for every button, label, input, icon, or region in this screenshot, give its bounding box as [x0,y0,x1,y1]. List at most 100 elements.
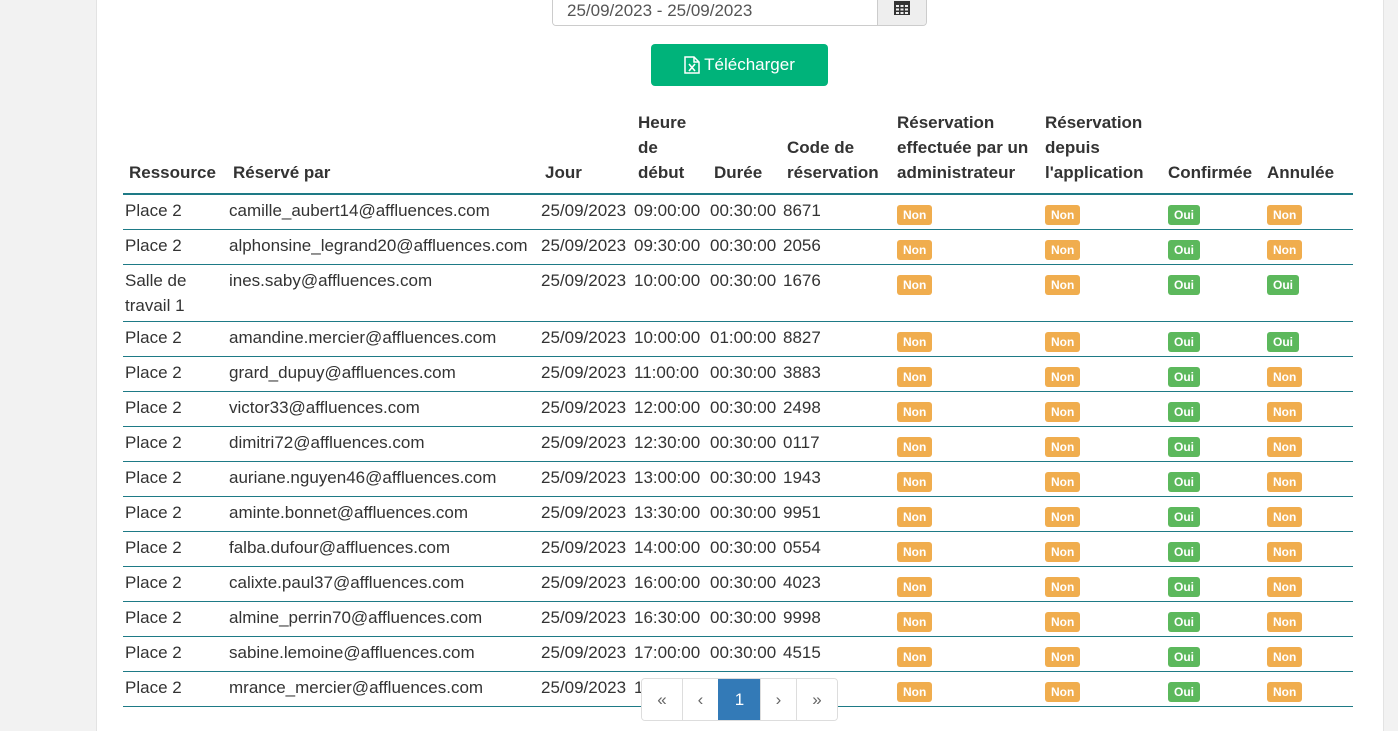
date-range-input[interactable] [553,0,877,25]
header-confirmed[interactable]: Confirmée [1162,106,1261,195]
cell-resource: Salle de travail 1 [123,264,227,322]
table-body: Place 2 camille_aubert14@affluences.com 25… [123,194,1353,707]
badge-by-admin: Non [897,332,933,352]
cell-duration: 01:00:00 [708,321,781,357]
header-from-app[interactable]: Réservation depuis l'application [1039,106,1162,195]
cell-duration: 00:30:00 [708,426,781,462]
table-row: Place 2 falba.dufour@affluences.com 25/09/… [123,531,1353,567]
download-button-label: Télécharger [704,55,795,74]
cell-resource: Place 2 [123,496,227,532]
badge-from-app-cell: Non [1039,426,1162,462]
badge-from-app: Non [1045,647,1081,667]
badge-confirmed-cell: Oui [1162,356,1261,392]
badge-by-admin: Non [897,205,933,225]
header-code[interactable]: Code de réservation [781,106,891,195]
reservations-table: Ressource Réservé par Jour Heure de débu… [123,106,1353,707]
header-by-admin[interactable]: Réservation effectuée par un administrat… [891,106,1039,195]
badge-confirmed-cell: Oui [1162,531,1261,567]
cell-start-time: 13:00:00 [632,461,708,497]
pagination-prev[interactable]: ‹ [682,679,718,720]
cell-start-time: 09:00:00 [632,194,708,230]
badge-by-admin: Non [897,682,933,702]
badge-cancelled-cell: Non [1261,426,1353,462]
table-row: Place 2 alphonsine_legrand20@affluences.c… [123,229,1353,265]
cell-start-time: 13:30:00 [632,496,708,532]
badge-confirmed: Oui [1168,367,1200,387]
download-button[interactable]: Télécharger [651,44,828,86]
cell-reserved-by: auriane.nguyen46@affluences.com [227,461,539,497]
badge-cancelled-cell: Non [1261,194,1353,230]
badge-confirmed-cell: Oui [1162,601,1261,637]
badge-confirmed: Oui [1168,472,1200,492]
cell-start-time: 12:00:00 [632,391,708,427]
badge-cancelled-cell: Non [1261,671,1353,707]
cell-day: 25/09/2023 [539,496,632,532]
badge-cancelled-cell: Oui [1261,264,1353,322]
calendar-icon [894,1,910,15]
cell-day: 25/09/2023 [539,671,632,707]
cell-start-time: 14:00:00 [632,531,708,567]
badge-from-app: Non [1045,472,1081,492]
badge-cancelled: Non [1267,367,1303,387]
badge-confirmed-cell: Oui [1162,426,1261,462]
header-resource[interactable]: Ressource [123,106,227,195]
badge-cancelled: Non [1267,682,1303,702]
badge-confirmed: Oui [1168,240,1200,260]
badge-confirmed: Oui [1168,402,1200,422]
cell-day: 25/09/2023 [539,194,632,230]
calendar-button[interactable] [877,0,926,25]
date-range-picker [552,0,927,26]
pagination-first[interactable]: « [642,679,682,720]
badge-by-admin-cell: Non [891,461,1039,497]
cell-resource: Place 2 [123,229,227,265]
cell-day: 25/09/2023 [539,636,632,672]
badge-confirmed: Oui [1168,275,1200,295]
pagination-next[interactable]: › [760,679,796,720]
badge-cancelled-cell: Oui [1261,321,1353,357]
badge-by-admin-cell: Non [891,601,1039,637]
badge-confirmed-cell: Oui [1162,671,1261,707]
cell-day: 25/09/2023 [539,426,632,462]
table-row: Place 2 sabine.lemoine@affluences.com 25/0… [123,636,1353,672]
cell-code: 4023 [781,566,891,602]
badge-cancelled: Non [1267,507,1303,527]
badge-confirmed-cell: Oui [1162,321,1261,357]
cell-code: 4515 [781,636,891,672]
badge-cancelled-cell: Non [1261,229,1353,265]
header-reserved-by[interactable]: Réservé par [227,106,539,195]
badge-by-admin: Non [897,240,933,260]
pagination-last[interactable]: » [796,679,837,720]
badge-from-app-cell: Non [1039,601,1162,637]
pagination-page-1[interactable]: 1 [718,679,760,720]
badge-cancelled: Oui [1267,332,1299,352]
cell-code: 2056 [781,229,891,265]
badge-from-app: Non [1045,205,1081,225]
badge-cancelled: Non [1267,240,1303,260]
cell-day: 25/09/2023 [539,601,632,637]
cell-reserved-by: victor33@affluences.com [227,391,539,427]
badge-from-app: Non [1045,542,1081,562]
badge-confirmed: Oui [1168,437,1200,457]
badge-confirmed-cell: Oui [1162,264,1261,322]
header-start-time[interactable]: Heure de début [632,106,708,195]
table-row: Place 2 grard_dupuy@affluences.com 25/09/2… [123,356,1353,392]
header-duration[interactable]: Durée [708,106,781,195]
cell-code: 0554 [781,531,891,567]
table-row: Place 2 dimitri72@affluences.com 25/09/202… [123,426,1353,462]
badge-cancelled-cell: Non [1261,496,1353,532]
badge-cancelled-cell: Non [1261,601,1353,637]
cell-reserved-by: falba.dufour@affluences.com [227,531,539,567]
header-cancelled[interactable]: Annulée [1261,106,1353,195]
badge-cancelled: Non [1267,577,1303,597]
header-day[interactable]: Jour [539,106,632,195]
cell-resource: Place 2 [123,321,227,357]
badge-cancelled: Non [1267,542,1303,562]
badge-cancelled: Non [1267,647,1303,667]
cell-reserved-by: amandine.mercier@affluences.com [227,321,539,357]
badge-from-app-cell: Non [1039,671,1162,707]
cell-reserved-by: aminte.bonnet@affluences.com [227,496,539,532]
cell-resource: Place 2 [123,566,227,602]
cell-duration: 00:30:00 [708,264,781,322]
badge-from-app: Non [1045,240,1081,260]
badge-by-admin-cell: Non [891,229,1039,265]
